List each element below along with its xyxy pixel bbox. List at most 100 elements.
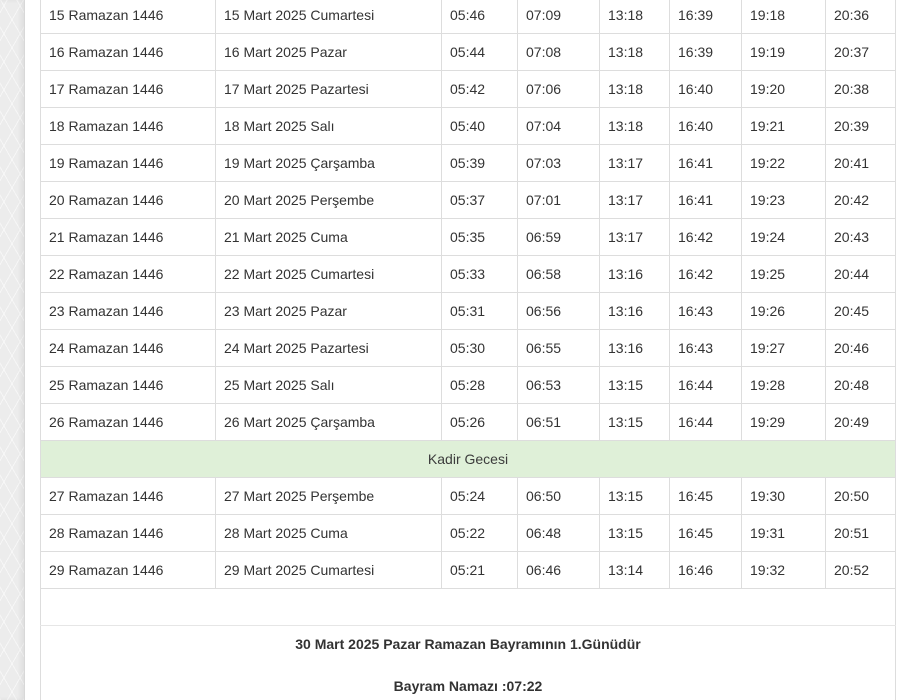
ikindi-time-cell: 16:40: [669, 107, 742, 145]
aksam-time-cell: 19:25: [741, 255, 826, 293]
hijri-date-cell: 18 Ramazan 1446: [40, 107, 216, 145]
yatsi-time-cell: 20:44: [825, 255, 896, 293]
prayer-times-body: 15 Ramazan 1446 15 Mart 2025 Cumartesi 05:…: [40, 0, 896, 700]
background-pattern: [0, 0, 25, 700]
gunes-time-cell: 06:55: [517, 329, 600, 367]
bayram-notice: 30 Mart 2025 Pazar Ramazan Bayramının 1.…: [295, 636, 641, 652]
gunes-time-cell: 06:59: [517, 218, 600, 256]
gregorian-date-cell: 21 Mart 2025 Cuma: [215, 218, 442, 256]
table-row: 17 Ramazan 1446 17 Mart 2025 Pazartesi 05:…: [40, 70, 896, 108]
gregorian-date-cell: 28 Mart 2025 Cuma: [215, 514, 442, 552]
hijri-date-cell: 27 Ramazan 1446: [40, 477, 216, 515]
aksam-time-cell: 19:20: [741, 70, 826, 108]
gunes-time-cell: 07:03: [517, 144, 600, 182]
hijri-date-cell: 21 Ramazan 1446: [40, 218, 216, 256]
yatsi-time-cell: 20:37: [825, 33, 896, 71]
hijri-date-cell: 26 Ramazan 1446: [40, 403, 216, 441]
gregorian-date-cell: 15 Mart 2025 Cumartesi: [215, 0, 442, 34]
imsak-time-cell: 05:33: [441, 255, 518, 293]
ogle-time-cell: 13:18: [599, 0, 670, 34]
content-panel: 15 Ramazan 1446 15 Mart 2025 Cumartesi 05:…: [25, 0, 900, 700]
ogle-time-cell: 13:18: [599, 107, 670, 145]
ogle-time-cell: 13:15: [599, 403, 670, 441]
gunes-time-cell: 07:01: [517, 181, 600, 219]
table-row: 22 Ramazan 1446 22 Mart 2025 Cumartesi 05:…: [40, 255, 896, 293]
ikindi-time-cell: 16:39: [669, 33, 742, 71]
hijri-date-cell: 16 Ramazan 1446: [40, 33, 216, 71]
table-row: 19 Ramazan 1446 19 Mart 2025 Çarşamba 05:3…: [40, 144, 896, 182]
ikindi-time-cell: 16:42: [669, 255, 742, 293]
ogle-time-cell: 13:17: [599, 181, 670, 219]
gunes-time-cell: 07:09: [517, 0, 600, 34]
gregorian-date-cell: 22 Mart 2025 Cumartesi: [215, 255, 442, 293]
ogle-time-cell: 13:15: [599, 477, 670, 515]
hijri-date-cell: 25 Ramazan 1446: [40, 366, 216, 404]
gunes-time-cell: 06:58: [517, 255, 600, 293]
yatsi-time-cell: 20:43: [825, 218, 896, 256]
imsak-time-cell: 05:35: [441, 218, 518, 256]
gunes-time-cell: 07:04: [517, 107, 600, 145]
imsak-time-cell: 05:42: [441, 70, 518, 108]
gunes-time-cell: 06:46: [517, 551, 600, 589]
yatsi-time-cell: 20:45: [825, 292, 896, 330]
ikindi-time-cell: 16:45: [669, 514, 742, 552]
imsak-time-cell: 05:26: [441, 403, 518, 441]
yatsi-time-cell: 20:36: [825, 0, 896, 34]
gregorian-date-cell: 24 Mart 2025 Pazartesi: [215, 329, 442, 367]
event-row: Kadir Gecesi: [40, 440, 896, 478]
gregorian-date-cell: 26 Mart 2025 Çarşamba: [215, 403, 442, 441]
imsak-time-cell: 05:22: [441, 514, 518, 552]
hijri-date-cell: 17 Ramazan 1446: [40, 70, 216, 108]
table-row: 28 Ramazan 1446 28 Mart 2025 Cuma 05:22 06:…: [40, 514, 896, 552]
aksam-time-cell: 19:26: [741, 292, 826, 330]
table-row: 26 Ramazan 1446 26 Mart 2025 Çarşamba 05:2…: [40, 403, 896, 441]
notice-row: 30 Mart 2025 Pazar Ramazan Bayramının 1.…: [40, 625, 896, 700]
yatsi-time-cell: 20:52: [825, 551, 896, 589]
ogle-time-cell: 13:17: [599, 218, 670, 256]
gregorian-date-cell: 20 Mart 2025 Perşembe: [215, 181, 442, 219]
yatsi-time-cell: 20:50: [825, 477, 896, 515]
imsak-time-cell: 05:30: [441, 329, 518, 367]
hijri-date-cell: 28 Ramazan 1446: [40, 514, 216, 552]
spacer-row: [40, 588, 896, 626]
gregorian-date-cell: 23 Mart 2025 Pazar: [215, 292, 442, 330]
yatsi-time-cell: 20:41: [825, 144, 896, 182]
gregorian-date-cell: 29 Mart 2025 Cumartesi: [215, 551, 442, 589]
hijri-date-cell: 24 Ramazan 1446: [40, 329, 216, 367]
hijri-date-cell: 23 Ramazan 1446: [40, 292, 216, 330]
hijri-date-cell: 19 Ramazan 1446: [40, 144, 216, 182]
yatsi-time-cell: 20:39: [825, 107, 896, 145]
gregorian-date-cell: 18 Mart 2025 Salı: [215, 107, 442, 145]
table-row: 21 Ramazan 1446 21 Mart 2025 Cuma 05:35 06:…: [40, 218, 896, 256]
table-row: 29 Ramazan 1446 29 Mart 2025 Cumartesi 05:…: [40, 551, 896, 589]
imsak-time-cell: 05:37: [441, 181, 518, 219]
bayram-namazi-time: Bayram Namazı :07:22: [393, 678, 543, 694]
aksam-time-cell: 19:30: [741, 477, 826, 515]
aksam-time-cell: 19:19: [741, 33, 826, 71]
aksam-time-cell: 19:31: [741, 514, 826, 552]
aksam-time-cell: 19:27: [741, 329, 826, 367]
aksam-time-cell: 19:21: [741, 107, 826, 145]
ikindi-time-cell: 16:40: [669, 70, 742, 108]
hijri-date-cell: 22 Ramazan 1446: [40, 255, 216, 293]
gregorian-date-cell: 25 Mart 2025 Salı: [215, 366, 442, 404]
ogle-time-cell: 13:14: [599, 551, 670, 589]
table-row: 24 Ramazan 1446 24 Mart 2025 Pazartesi 05:…: [40, 329, 896, 367]
gunes-time-cell: 06:51: [517, 403, 600, 441]
gunes-time-cell: 06:56: [517, 292, 600, 330]
imsak-time-cell: 05:40: [441, 107, 518, 145]
table-row: 15 Ramazan 1446 15 Mart 2025 Cumartesi 05:…: [40, 0, 896, 34]
yatsi-time-cell: 20:49: [825, 403, 896, 441]
imsak-time-cell: 05:21: [441, 551, 518, 589]
gunes-time-cell: 07:06: [517, 70, 600, 108]
imsak-time-cell: 05:31: [441, 292, 518, 330]
ogle-time-cell: 13:15: [599, 514, 670, 552]
ikindi-time-cell: 16:45: [669, 477, 742, 515]
aksam-time-cell: 19:23: [741, 181, 826, 219]
table-row: 27 Ramazan 1446 27 Mart 2025 Perşembe 05:2…: [40, 477, 896, 515]
ogle-time-cell: 13:16: [599, 255, 670, 293]
imsak-time-cell: 05:44: [441, 33, 518, 71]
ikindi-time-cell: 16:41: [669, 181, 742, 219]
event-label: Kadir Gecesi: [40, 440, 896, 478]
imsak-time-cell: 05:39: [441, 144, 518, 182]
